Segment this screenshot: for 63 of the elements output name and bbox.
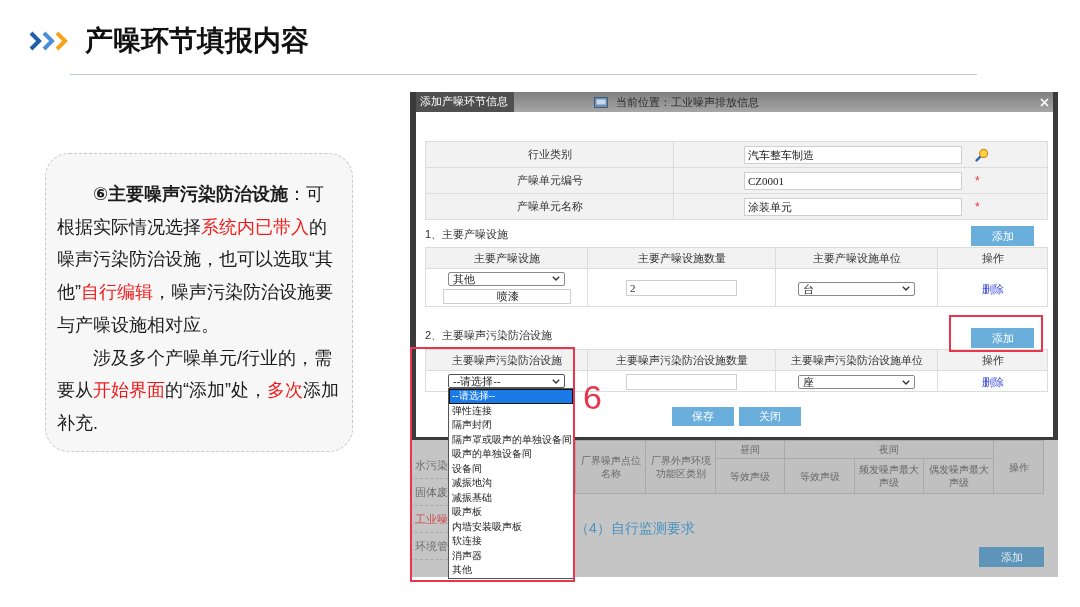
column-header: 等效声级 (784, 458, 855, 494)
callout-number: 6 (583, 380, 602, 414)
dropdown-option[interactable]: 吸声板 (449, 505, 573, 520)
select-field[interactable]: 座 (798, 375, 915, 389)
column-header: 主要产噪设施 (425, 247, 588, 269)
column-header: 昼间 (715, 440, 785, 459)
column-header: 厂界噪声点位名称 (575, 440, 646, 494)
dialog-title: 添加产噪环节信息 (416, 92, 514, 112)
dropdown-option[interactable]: 减振基础 (449, 490, 573, 505)
text-field[interactable]: 2 (626, 280, 737, 297)
column-header: 主要产噪设施单位 (775, 247, 938, 269)
dropdown-option[interactable]: --请选择-- (449, 389, 573, 404)
required-mark: * (975, 199, 980, 214)
dropdown-option[interactable]: 隔声封闭 (449, 418, 573, 433)
dropdown-option[interactable]: 减振地沟 (449, 476, 573, 491)
select-field[interactable]: 其他 (448, 271, 565, 286)
column-header: 等效声级 (715, 458, 785, 494)
column-header: 操作 (993, 440, 1044, 494)
text-field[interactable]: 涂装单元 (744, 197, 962, 216)
dropdown-option[interactable]: 内墙安装吸声板 (449, 519, 573, 534)
chevrons-icon (28, 30, 70, 52)
breadcrumb-text: 当前位置：工业噪声排放信息 (616, 94, 759, 110)
column-header: 主要产噪设施数量 (587, 247, 776, 269)
section-heading: （4）自行监测要求 (575, 519, 696, 537)
column-header: 操作 (937, 349, 1048, 371)
text-field[interactable] (626, 373, 737, 390)
column-header: 厂界外声环境功能区类别 (645, 440, 716, 494)
caret-icon (552, 276, 560, 281)
note-paragraph: ⑥主要噪声污染防治设施：可根据实际情况选择系统内已带入的噪声污染防治设施，也可以选取“其他”自行编辑，噪声污染防治设施要与产噪设施相对应。 (57, 183, 334, 337)
field-label: 行业类别 (425, 141, 674, 168)
column-header: 操作 (937, 247, 1048, 269)
dropdown-option[interactable]: 吸声的单独设备间 (449, 447, 573, 462)
column-header: 主要噪声污染防治设施 (425, 349, 588, 371)
note-paragraph: 涉及多个产噪单元/行业的，需要从开始界面的“添加”处，多次添加补充. (57, 346, 340, 435)
caret-icon (902, 286, 910, 291)
dropdown-option[interactable]: 设备间 (449, 461, 573, 476)
select-field[interactable]: 台 (798, 281, 915, 296)
caret-icon (552, 378, 560, 384)
required-mark: * (975, 173, 980, 188)
text-field[interactable]: CZ0001 (744, 171, 962, 190)
column-header: 频发噪声最大声级 (854, 458, 924, 494)
search-icon[interactable] (975, 147, 989, 162)
dropdown-option[interactable]: 消声器 (449, 548, 573, 563)
dropdown-option[interactable]: 其他 (449, 563, 573, 578)
page-title: 产噪环节填报内容 (85, 24, 309, 58)
delete-link[interactable]: 删除 (981, 376, 1004, 388)
column-header: 主要噪声污染防治设施单位 (775, 349, 938, 371)
dropdown-option[interactable]: 隔声罩或吸声的单独设备间 (449, 432, 573, 447)
field-label: 产噪单元编号 (425, 167, 674, 194)
close-icon[interactable] (1040, 97, 1049, 107)
section-title: 2、主要噪声污染防治设施 (425, 328, 553, 342)
dropdown-option[interactable]: 软连接 (449, 534, 573, 549)
field-label: 产噪单元名称 (425, 193, 674, 220)
delete-link[interactable]: 删除 (981, 282, 1004, 295)
text-field[interactable]: 汽车整车制造 (744, 145, 962, 164)
select-field[interactable]: --请选择-- (448, 374, 565, 388)
text-field[interactable]: 喷漆 (442, 288, 571, 304)
column-header: 主要噪声污染防治设施数量 (587, 349, 776, 371)
caret-icon (902, 379, 910, 385)
dropdown-option[interactable]: 弹性连接 (449, 403, 573, 418)
column-header: 夜间 (784, 440, 994, 459)
section-title: 1、主要产噪设施 (425, 227, 509, 241)
window-icon (594, 96, 608, 108)
